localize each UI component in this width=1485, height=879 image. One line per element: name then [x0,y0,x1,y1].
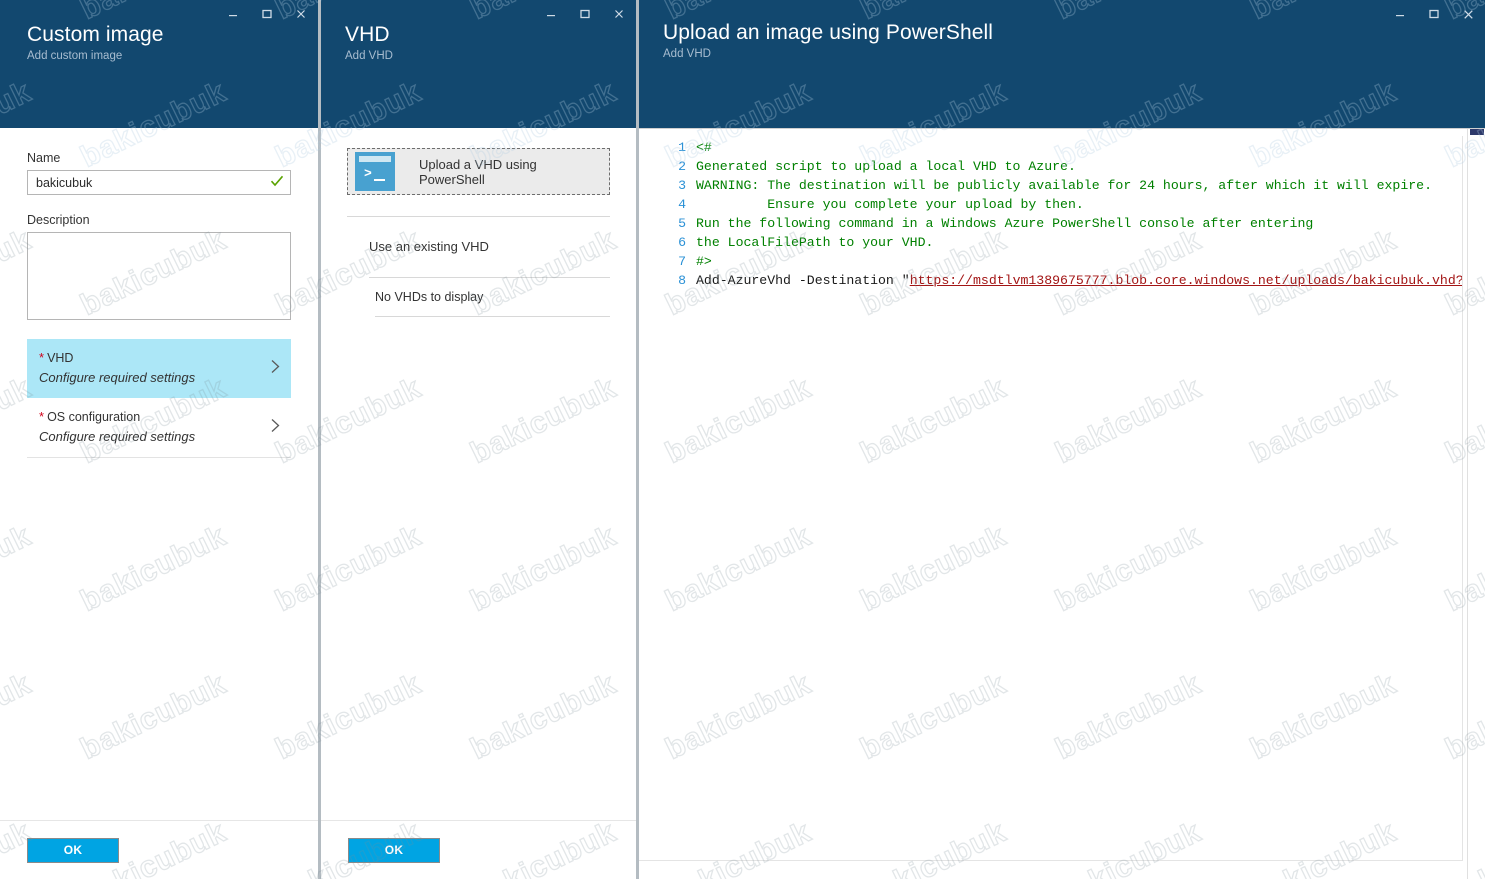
close-icon[interactable] [602,0,636,28]
upload-vhd-powershell-tile[interactable]: > Upload a VHD using PowerShell [347,148,610,195]
upload-vhd-powershell-label: Upload a VHD using PowerShell [419,156,537,187]
line-number: 1 [678,140,686,155]
script-editor: 1 <# 2 Generated script to upload a local V… [639,128,1485,879]
code-comment-text: #> [696,254,712,269]
vhd-window-controls [534,0,636,28]
code-line: 1 <# [639,138,1462,157]
setting-row-vhd[interactable]: * VHD Configure required settings [27,339,291,398]
custom-image-form: Name Description *VHD Configure required… [0,128,318,458]
line-number: 6 [678,235,686,250]
code-line: 7 #> [639,252,1462,271]
custom-image-header: Custom image Add custom image [0,0,318,128]
custom-image-ok-button[interactable]: OK [27,837,119,863]
vhd-empty-underline [375,316,610,317]
code-comment-text: <# [696,140,712,155]
script-window-controls [1383,0,1485,28]
line-number: 3 [678,178,686,193]
code-line: 2 Generated script to upload a local VHD … [639,157,1462,176]
code-comment-text: Run the following command in a Windows A… [696,216,1314,231]
line-number: 7 [678,254,686,269]
setting-os-title-row: * OS configuration [39,408,261,426]
vhd-empty-message: No VHDs to display [375,290,484,304]
minimize-icon[interactable] [216,0,250,28]
line-number: 2 [678,159,686,174]
script-title: Upload an image using PowerShell [663,21,994,44]
close-icon[interactable] [284,0,318,28]
powershell-code-block[interactable]: 1 <# 2 Generated script to upload a local V… [639,136,1462,290]
code-comment-text: Generated script to upload a local VHD t… [696,159,1076,174]
custom-image-body: Name Description *VHD Configure required… [0,128,318,820]
name-input[interactable] [27,170,291,195]
existing-vhd-header: Use an existing VHD [369,239,489,254]
setting-vhd-title: VHD [47,351,74,365]
blade-custom-image: Custom image Add custom image Name Descr… [0,0,318,879]
setting-row-os-configuration[interactable]: * OS configuration Configure required set… [27,398,291,458]
code-line: 4 Ensure you complete your upload by the… [639,195,1462,214]
code-line: 3 WARNING: The destination will be public… [639,176,1462,195]
code-comment-text: the LocalFilePath to your VHD. [696,235,934,250]
custom-image-window-controls [216,0,318,28]
vhd-subtitle: Add VHD [345,50,393,62]
script-editor-surface[interactable]: 1 <# 2 Generated script to upload a local V… [639,136,1463,861]
script-scrollbar-thumb[interactable] [1470,129,1484,135]
vhd-content: > Upload a VHD using PowerShell Use an e… [321,128,636,317]
code-line: 6 the LocalFilePath to your VHD. [639,233,1462,252]
maximize-icon[interactable] [1417,0,1451,28]
script-header: Upload an image using PowerShell Add VHD [639,0,1485,128]
line-number: 5 [678,216,686,231]
vhd-footer: OK [321,820,636,879]
azure-portal-blades: Custom image Add custom image Name Descr… [0,0,1485,879]
custom-image-footer: OK [0,820,318,879]
line-number: 8 [678,273,686,288]
required-settings-list: * VHD Configure required settings * OS con… [27,339,291,458]
chevron-right-icon [270,417,281,438]
vhd-body: > Upload a VHD using PowerShell Use an e… [321,128,636,820]
chevron-right-icon [270,358,281,379]
custom-image-subtitle: Add custom image [27,50,123,62]
code-command-text: Add-AzureVhd -Destination " [696,273,910,288]
setting-vhd-title-row: * VHD [39,349,261,367]
code-line: 5 Run the following command in a Windows … [639,214,1462,233]
name-field-wrap [27,170,291,195]
line-number: 4 [678,197,686,212]
setting-os-title: OS configuration [47,410,141,424]
maximize-icon[interactable] [568,0,602,28]
vhd-ok-button[interactable]: OK [348,837,440,863]
setting-os-subtitle: Configure required settings [39,429,196,444]
name-label: Name [27,151,61,165]
minimize-icon[interactable] [534,0,568,28]
code-comment-text: WARNING: The destination will be publicl… [696,178,1432,193]
code-line: 8 Add-AzureVhd -Destination " https://msdt… [639,271,1462,290]
required-star-icon: * [39,350,45,365]
setting-vhd-subtitle: Configure required settings [39,370,196,385]
description-label: Description [27,213,90,227]
maximize-icon[interactable] [250,0,284,28]
code-comment-text: Ensure you complete your upload by then. [696,197,1084,212]
required-star-icon: * [39,409,45,424]
minimize-icon[interactable] [1383,0,1417,28]
powershell-console-icon: > [355,152,395,191]
script-vertical-scrollbar[interactable] [1467,129,1485,879]
script-body: 1 <# 2 Generated script to upload a local V… [639,128,1485,879]
close-icon[interactable] [1451,0,1485,28]
blade-upload-image-powershell: Upload an image using PowerShell Add VHD… [639,0,1485,879]
script-subtitle: Add VHD [663,48,711,60]
description-textarea[interactable] [27,232,291,320]
destination-url-link[interactable]: https://msdtlvm1389675777.blob.core.wind… [910,271,1462,290]
blade-vhd: VHD Add VHD > Upload a VHD using PowerSh… [321,0,636,879]
vhd-header: VHD Add VHD [321,0,636,128]
